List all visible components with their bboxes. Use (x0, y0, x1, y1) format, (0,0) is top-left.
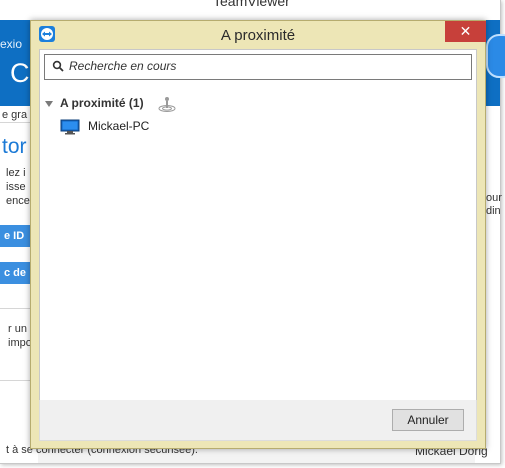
background-text: impo (8, 337, 32, 349)
dialog-content: A proximité (1) Mickael-PC (39, 49, 477, 401)
close-button[interactable]: ✕ (445, 21, 486, 42)
group-label: A proximité (1) (60, 96, 144, 110)
device-item[interactable]: Mickael-PC (60, 118, 260, 136)
background-titlebar: TeamViewer (0, 0, 500, 20)
background-button: e ID (0, 225, 34, 247)
background-section-title: tor (2, 135, 27, 158)
background-text: ence. (6, 195, 33, 207)
search-input[interactable] (69, 58, 459, 74)
nearby-dialog: A proximité ✕ A proximité (1) (30, 20, 486, 449)
background-button: c de (0, 262, 34, 284)
background-text: e gra (2, 109, 28, 121)
background-text: our (486, 192, 502, 204)
cancel-button[interactable]: Annuler (392, 409, 464, 431)
chevron-down-icon[interactable] (45, 101, 53, 107)
dialog-titlebar: A proximité ✕ (31, 21, 486, 49)
background-text: isse (6, 181, 26, 193)
nearby-signal-icon (158, 97, 176, 112)
background-title: TeamViewer (213, 0, 290, 9)
monitor-icon (60, 119, 80, 135)
teamviewer-logo-icon (486, 34, 505, 78)
search-icon (52, 60, 64, 72)
background-subtab: exio (0, 37, 23, 51)
nearby-group-header[interactable]: A proximité (1) (45, 96, 185, 112)
search-box[interactable] (44, 54, 472, 80)
dialog-title: A proximité (220, 27, 296, 44)
background-text: din (486, 205, 501, 217)
background-text: r un (8, 323, 27, 335)
device-label: Mickael-PC (88, 119, 150, 133)
background-text: lez i (6, 167, 26, 179)
dialog-footer: Annuler (39, 400, 477, 441)
